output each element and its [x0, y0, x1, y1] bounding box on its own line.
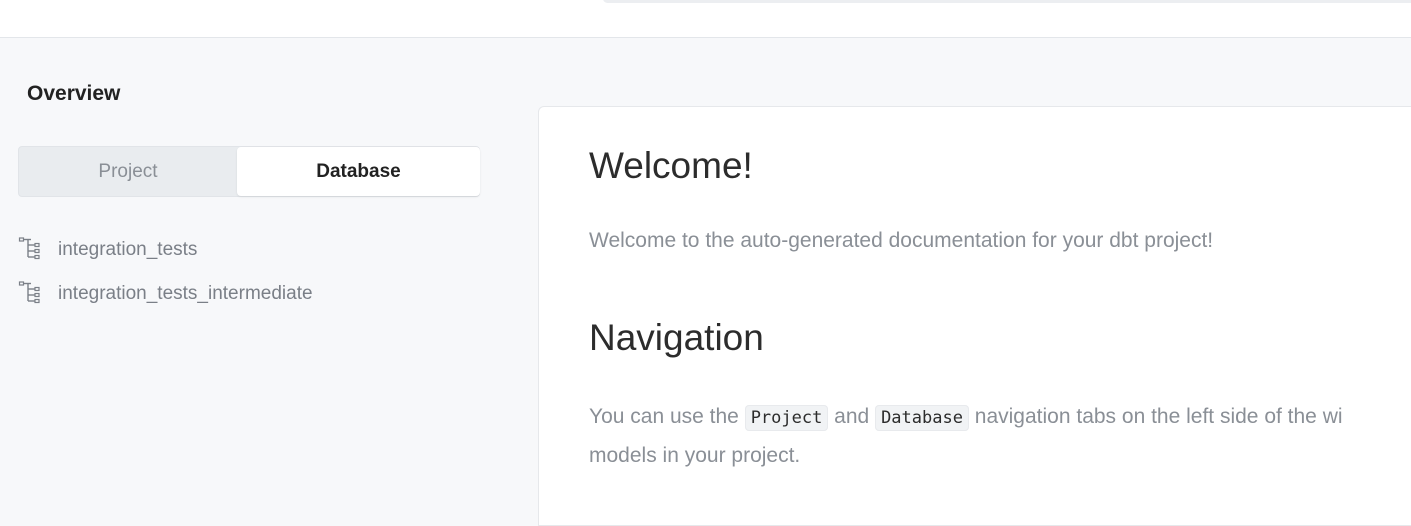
navigation-heading: Navigation: [589, 317, 764, 358]
tab-database[interactable]: Database: [237, 147, 480, 196]
navigation-text-part: You can use the: [589, 405, 745, 428]
project-code: Project: [744, 405, 829, 431]
search-input[interactable]: [603, 0, 1411, 3]
sidebar: Overview Project Database integration_te…: [0, 38, 538, 512]
welcome-heading: Welcome!: [589, 145, 753, 186]
navigation-text-part: and: [828, 405, 876, 428]
navigation-text-part: models in your project.: [589, 444, 801, 467]
top-bar: [0, 0, 1411, 38]
tree-item-label: integration_tests_intermediate: [58, 283, 313, 304]
navigation-text: You can use the Project and Database nav…: [589, 398, 1343, 475]
tab-project[interactable]: Project: [19, 147, 237, 196]
main-content: Welcome! Welcome to the auto-generated d…: [538, 106, 1411, 526]
navigation-text-part: navigation tabs on the left side of the …: [968, 405, 1343, 428]
welcome-text: Welcome to the auto-generated documentat…: [589, 229, 1214, 252]
tree-item-integration-tests[interactable]: integration_tests: [18, 236, 197, 264]
sidebar-tabs: Project Database: [18, 146, 480, 197]
schema-tree-icon: [18, 280, 42, 304]
tree-item-label: integration_tests: [58, 239, 198, 260]
schema-tree-icon: [18, 236, 42, 260]
database-code: Database: [875, 405, 969, 431]
sidebar-title: Overview: [27, 82, 121, 105]
tree-item-integration-tests-intermediate[interactable]: integration_tests_intermediate: [18, 280, 313, 308]
